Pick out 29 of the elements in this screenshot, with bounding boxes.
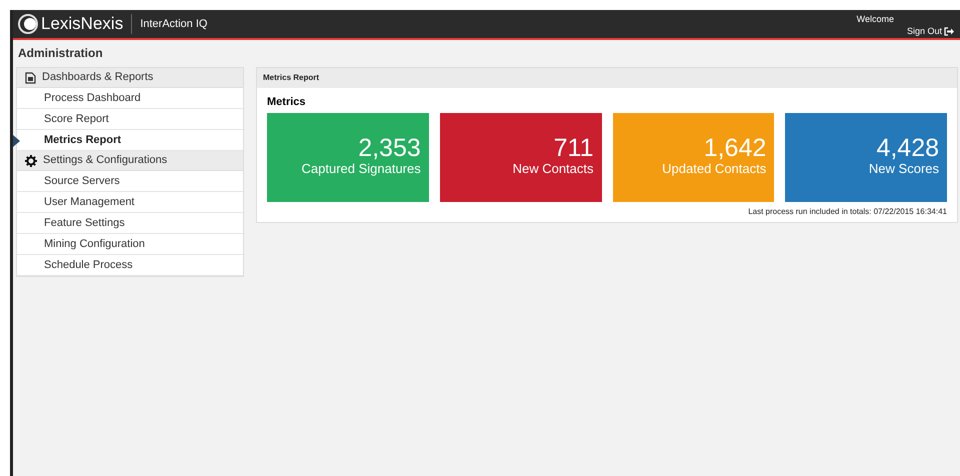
sidebar-section-header[interactable]: Dashboards & Reports	[17, 68, 243, 88]
sidebar-item[interactable]: User Management	[17, 192, 243, 213]
welcome-text: Welcome	[856, 13, 894, 25]
sign-out-icon	[944, 26, 954, 36]
last-run-note: Last process run included in totals: 07/22/2015 16:34:41	[748, 206, 947, 218]
metric-value: 2,353	[358, 134, 421, 160]
sidebar-item[interactable]: Source Servers	[17, 171, 243, 192]
sidebar-item[interactable]: Score Report	[17, 109, 243, 130]
sidebar-item[interactable]: Feature Settings	[17, 213, 243, 234]
metric-value: 711	[554, 134, 594, 160]
logo-icon	[17, 14, 39, 34]
document-icon	[25, 72, 36, 84]
sidebar-item[interactable]: Mining Configuration	[17, 234, 243, 255]
sidebar-section-header[interactable]: Settings & Configurations	[17, 151, 243, 171]
metric-label: New Contacts	[512, 160, 594, 176]
product-name: InterAction IQ	[140, 16, 208, 32]
sign-out-link[interactable]: Sign Out	[906, 25, 954, 37]
metric-label: Captured Signatures	[302, 160, 421, 176]
sidebar-item[interactable]: Process Dashboard	[17, 88, 243, 109]
metric-label: New Scores	[868, 160, 939, 176]
sidebar-item[interactable]: Schedule Process	[17, 255, 243, 276]
logo-text: LexisNexis	[41, 13, 124, 36]
panel-title: Metrics Report	[257, 68, 957, 88]
metric-value: 4,428	[876, 134, 939, 160]
settings-icon	[25, 154, 37, 166]
section-heading: Metrics	[267, 95, 307, 110]
metric-label: Updated Contacts	[662, 160, 766, 176]
metric-value: 1,642	[704, 134, 766, 160]
page-title: Administration	[17, 45, 104, 62]
